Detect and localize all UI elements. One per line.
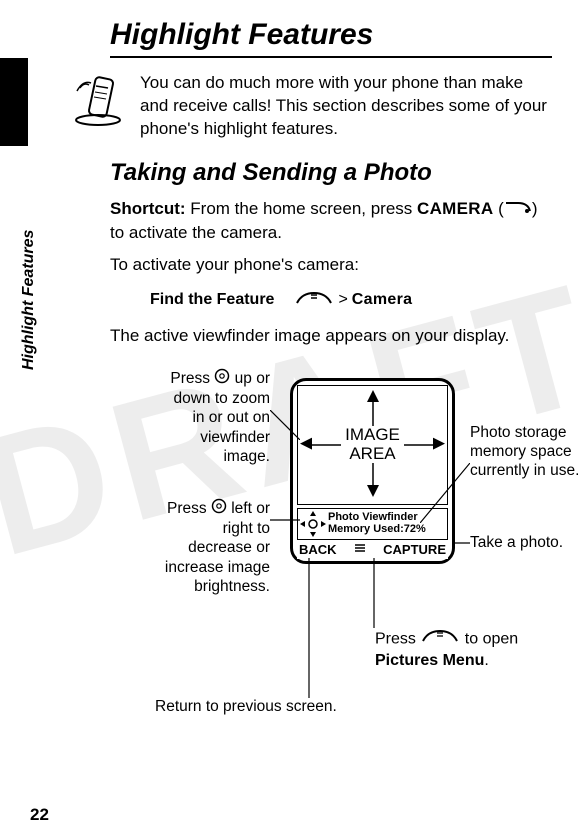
intro-text: You can do much more with your phone tha… [140, 72, 552, 141]
nav-cross-icon [300, 511, 326, 537]
callout-storage: Photo storage memory space currently in … [470, 423, 582, 481]
shortcut-label: Shortcut: [110, 199, 186, 218]
shortcut-text-after: to activate the camera. [110, 223, 282, 242]
cb-l2: right to [223, 520, 270, 537]
cs-l2: memory space [470, 443, 572, 460]
nav-key-icon [211, 498, 227, 519]
shortcut-paragraph: Shortcut: From the home screen, press CA… [110, 197, 552, 245]
callout-take-photo: Take a photo. [470, 533, 582, 552]
cz-l3: in or out on [192, 409, 270, 426]
right-softkey-icon [504, 197, 532, 221]
viewfinder-text: The active viewfinder image appears on y… [110, 324, 552, 348]
image-area-l2: AREA [349, 444, 395, 463]
cb-l5: brightness. [194, 578, 270, 595]
viewfinder-diagram: IMAGE AREA Photo Viewfinder Memor [70, 368, 552, 728]
find-feature-row: Find the Feature > Camera [150, 289, 552, 312]
pm-dot: . [484, 652, 488, 669]
cz-l5: image. [223, 448, 270, 465]
softkey-bar: BACK CAPTURE [297, 542, 448, 559]
cz-l4: viewfinder [200, 429, 270, 446]
menu-key-icon [294, 289, 334, 312]
phone-sketch-icon [70, 72, 126, 128]
page-title: Highlight Features [110, 18, 552, 58]
nav-key-icon [214, 368, 230, 389]
cb-l3: decrease or [188, 539, 270, 556]
pm-post: to open [460, 630, 518, 647]
cz-l1b: up or [235, 369, 270, 386]
callout-return-line [305, 558, 313, 698]
pm-label: Pictures Menu [375, 652, 484, 669]
page-content: Highlight Features Highlight Features Yo… [0, 0, 582, 748]
image-area-l1: IMAGE [345, 425, 400, 444]
section-heading: Taking and Sending a Photo [110, 159, 552, 187]
cb-l1b: left or [231, 499, 270, 516]
menu-key-icon [420, 628, 460, 651]
softkey-capture: CAPTURE [383, 542, 446, 557]
callout-brightness-line [270, 518, 300, 522]
intro-row: You can do much more with your phone tha… [70, 72, 552, 141]
menu-gt: > [338, 291, 347, 309]
shortcut-text-before: From the home screen, press [186, 199, 417, 218]
cb-l4: increase image [165, 559, 270, 576]
callout-return: Return to previous screen. [155, 698, 337, 716]
cb-l1: Press [167, 499, 207, 516]
callout-zoom: Press up or down to zoom in or out on vi… [110, 368, 270, 467]
callout-pictures-menu: Press to open Pictures Menu. [375, 628, 582, 672]
camera-key-label: CAMERA [417, 199, 493, 218]
softkey-menu-icon [353, 543, 367, 556]
activate-text: To activate your phone's camera: [110, 253, 552, 277]
callout-take-line [452, 541, 470, 545]
side-section-label: Highlight Features [20, 230, 38, 370]
callout-brightness: Press left or right to decrease or incre… [110, 498, 270, 597]
section-tab [0, 58, 28, 146]
menu-item-camera: Camera [352, 291, 413, 309]
page-number: 22 [30, 805, 49, 825]
softkey-back: BACK [299, 542, 337, 557]
menu-path: > Camera [294, 289, 412, 312]
callout-pictures-line [370, 558, 378, 628]
cz-l1: Press [170, 369, 210, 386]
callout-zoom-line [270, 410, 300, 440]
cs-l1: Photo storage [470, 424, 567, 441]
cz-l2: down to zoom [174, 390, 271, 407]
callout-storage-line [420, 463, 470, 523]
find-feature-label: Find the Feature [150, 291, 274, 309]
info-line2: Memory Used:72% [328, 524, 445, 536]
cs-l3: currently in use. [470, 462, 579, 479]
pm-pre: Press [375, 630, 420, 647]
